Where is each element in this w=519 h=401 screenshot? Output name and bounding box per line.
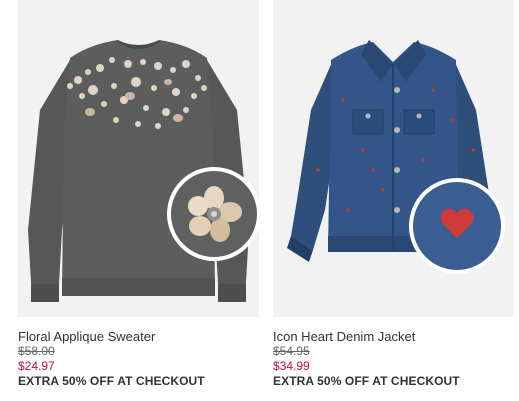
promo-text: EXTRA 50% OFF AT CHECKOUT bbox=[273, 374, 460, 388]
sale-price: $24.97 bbox=[18, 359, 55, 373]
original-price: $58.00 bbox=[18, 344, 55, 358]
product-image[interactable] bbox=[273, 0, 514, 317]
sale-price: $34.99 bbox=[273, 359, 310, 373]
product-card[interactable]: Floral Applique Sweater $58.00 $24.97 EX… bbox=[18, 0, 259, 389]
product-image[interactable] bbox=[18, 0, 259, 317]
product-name[interactable]: Floral Applique Sweater bbox=[18, 329, 259, 344]
promo-text: EXTRA 50% OFF AT CHECKOUT bbox=[18, 374, 205, 388]
original-price: $54.95 bbox=[273, 344, 310, 358]
product-name[interactable]: Icon Heart Denim Jacket bbox=[273, 329, 514, 344]
gray-sequin-sweater-image bbox=[18, 0, 259, 317]
denim-jacket-image bbox=[273, 0, 514, 317]
product-card[interactable]: Icon Heart Denim Jacket $54.95 $34.99 EX… bbox=[273, 0, 514, 389]
